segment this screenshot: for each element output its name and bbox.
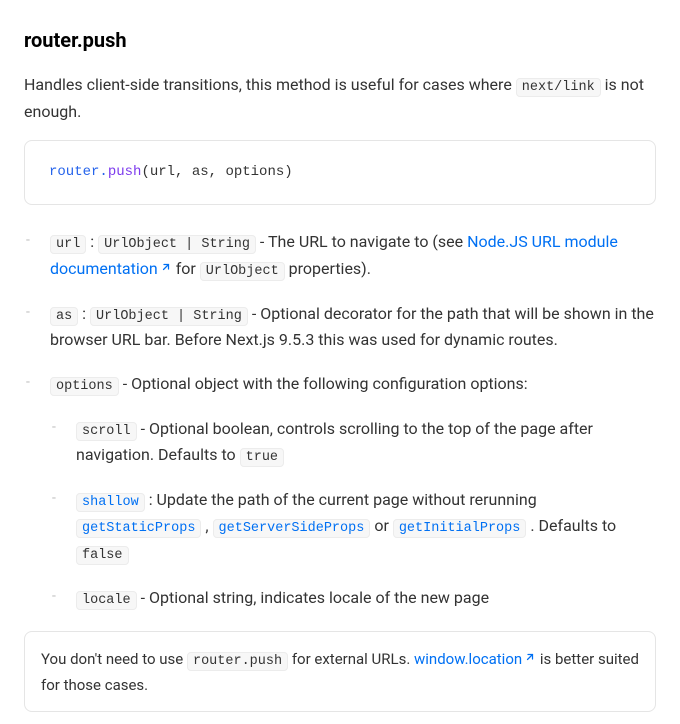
- code-token-object: router: [49, 164, 99, 180]
- param-url-name: url: [50, 235, 86, 254]
- code-token-args: (url, as, options): [141, 164, 292, 180]
- code-token-dot: .: [99, 164, 107, 180]
- param-as-sep: :: [78, 304, 90, 323]
- option-locale-desc: - Optional string, indicates locale of t…: [137, 588, 489, 607]
- option-shallow-sep2: or: [370, 516, 392, 535]
- option-scroll: scroll - Optional boolean, controls scro…: [50, 416, 656, 469]
- param-url-desc-after: properties).: [285, 259, 371, 278]
- param-as-name: as: [50, 307, 78, 326]
- option-scroll-name: scroll: [76, 422, 137, 441]
- param-as: as : UrlObject | String - Optional decor…: [24, 301, 656, 353]
- link-getinitialprops[interactable]: getInitialProps: [393, 519, 527, 538]
- param-url-urlobject: UrlObject: [200, 262, 285, 281]
- option-locale-name: locale: [76, 591, 137, 610]
- param-url-desc-mid: for: [172, 259, 200, 278]
- code-example-block: router.push(url, as, options): [24, 140, 656, 204]
- param-list: url : UrlObject | String - The URL to na…: [24, 229, 656, 612]
- option-locale: locale - Optional string, indicates loca…: [50, 585, 656, 612]
- link-text: window.location: [414, 650, 522, 668]
- option-shallow-sep1: ,: [201, 516, 212, 535]
- intro-code-nextlink: next/link: [516, 78, 601, 97]
- param-url: url : UrlObject | String - The URL to na…: [24, 229, 656, 283]
- note-text-mid: for external URLs.: [288, 650, 414, 668]
- option-shallow: shallow : Update the path of the current…: [50, 487, 656, 567]
- option-shallow-default: false: [76, 546, 129, 565]
- param-options-desc: - Optional object with the following con…: [119, 374, 528, 393]
- code-token-function: push: [108, 164, 142, 180]
- option-scroll-default: true: [240, 448, 284, 467]
- param-url-desc-before: - The URL to navigate to (see: [256, 232, 467, 251]
- section-heading: router.push: [24, 24, 656, 56]
- param-options: options - Optional object with the follo…: [24, 371, 656, 611]
- external-link-icon: [160, 255, 172, 281]
- param-url-type: UrlObject | String: [98, 235, 256, 254]
- link-getserversideprops[interactable]: getServerSideProps: [213, 519, 371, 538]
- option-shallow-desc-after: . Defaults to: [526, 516, 616, 535]
- note-code-routerpush: router.push: [187, 652, 288, 671]
- param-options-name: options: [50, 377, 119, 396]
- link-window-location[interactable]: window.location: [414, 650, 536, 668]
- note-callout: You don't need to use router.push for ex…: [24, 631, 656, 712]
- option-scroll-desc: - Optional boolean, controls scrolling t…: [76, 419, 593, 465]
- option-shallow-name-link[interactable]: shallow: [76, 493, 145, 512]
- link-getstaticprops[interactable]: getStaticProps: [76, 519, 201, 538]
- option-shallow-desc-before: : Update the path of the current page wi…: [145, 490, 537, 509]
- intro-text-before: Handles client-side transitions, this me…: [24, 75, 516, 94]
- external-link-icon: [524, 646, 536, 670]
- param-url-sep: :: [86, 232, 98, 251]
- options-sublist: scroll - Optional boolean, controls scro…: [50, 416, 656, 612]
- note-text-before: You don't need to use: [41, 650, 187, 668]
- param-as-type: UrlObject | String: [90, 307, 248, 326]
- intro-paragraph: Handles client-side transitions, this me…: [24, 72, 656, 124]
